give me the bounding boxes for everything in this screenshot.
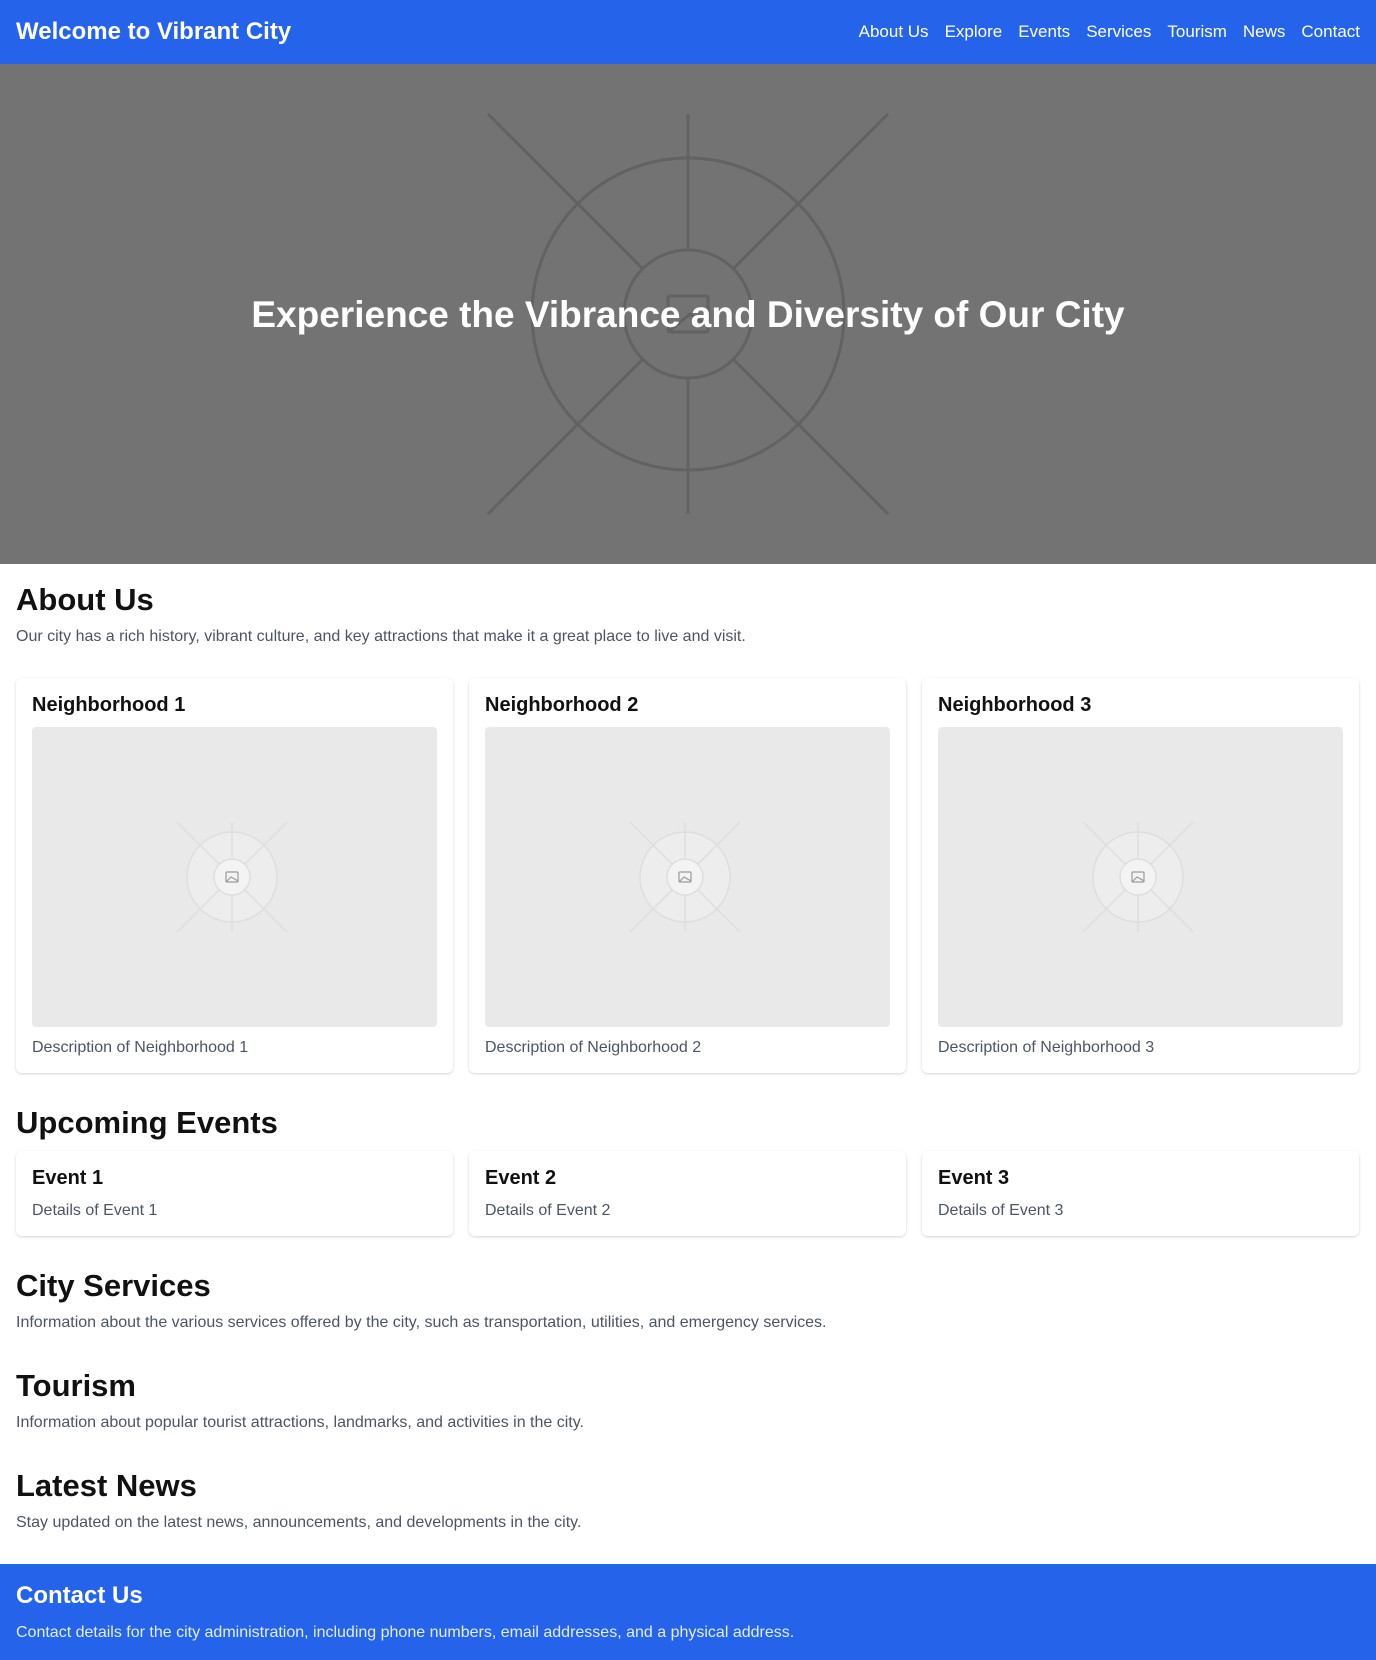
neighborhood-name: Neighborhood 3 <box>938 694 1092 716</box>
event-card: Event 1 Details of Event 1 <box>16 1151 453 1236</box>
image-placeholder-icon <box>1082 821 1194 933</box>
image-placeholder-icon <box>629 821 741 933</box>
neighborhood-image <box>32 727 437 1027</box>
neighborhood-description: Description of Neighborhood 2 <box>485 1039 702 1056</box>
nav-events[interactable]: Events <box>1018 22 1070 42</box>
tourism-section: Tourism Information about popular touris… <box>0 1332 1376 1432</box>
hero-headline: Experience the Vibrance and Diversity of… <box>251 294 1125 335</box>
nav-about-us[interactable]: About Us <box>859 22 929 42</box>
nav-services[interactable]: Services <box>1086 22 1151 42</box>
event-card: Event 2 Details of Event 2 <box>469 1151 906 1236</box>
neighborhood-card: Neighborhood 1 Description of Neighborho… <box>16 678 453 1073</box>
neighborhood-card: Neighborhood 3 Description of Neighborho… <box>922 678 1359 1073</box>
events-title: Upcoming Events <box>16 1105 278 1140</box>
event-card: Event 3 Details of Event 3 <box>922 1151 1359 1236</box>
nav-explore[interactable]: Explore <box>945 22 1003 42</box>
neighborhood-description: Description of Neighborhood 3 <box>938 1039 1155 1056</box>
about-section: About Us Our city has a rich history, vi… <box>0 564 1376 646</box>
event-name: Event 1 <box>32 1167 104 1189</box>
news-text: Stay updated on the latest news, announc… <box>16 1514 582 1531</box>
tourism-text: Information about popular tourist attrac… <box>16 1414 584 1431</box>
services-section: City Services Information about the vari… <box>0 1236 1376 1332</box>
news-section: Latest News Stay updated on the latest n… <box>0 1432 1376 1532</box>
site-title: Welcome to Vibrant City <box>16 18 292 45</box>
event-details: Details of Event 3 <box>938 1202 1064 1219</box>
events-section: Upcoming Events <box>0 1073 1376 1141</box>
nav-tourism[interactable]: Tourism <box>1167 22 1227 42</box>
tourism-title: Tourism <box>16 1368 136 1403</box>
event-details: Details of Event 1 <box>32 1202 158 1219</box>
contact-title: Contact Us <box>16 1582 143 1609</box>
neighborhood-name: Neighborhood 2 <box>485 694 639 716</box>
nav-news[interactable]: News <box>1243 22 1286 42</box>
contact-text: Contact details for the city administrat… <box>16 1624 795 1641</box>
hero-banner: Experience the Vibrance and Diversity of… <box>0 64 1376 564</box>
neighborhood-image <box>485 727 890 1027</box>
contact-footer: Contact Us Contact details for the city … <box>0 1564 1376 1660</box>
image-placeholder-icon <box>176 821 288 933</box>
event-name: Event 3 <box>938 1167 1010 1189</box>
about-title: About Us <box>16 582 154 617</box>
main-nav: About Us Explore Events Services Tourism… <box>859 22 1360 42</box>
neighborhood-description: Description of Neighborhood 1 <box>32 1039 249 1056</box>
neighborhood-grid: Neighborhood 1 Description of Neighborho… <box>0 678 1376 1073</box>
neighborhood-card: Neighborhood 2 Description of Neighborho… <box>469 678 906 1073</box>
nav-contact[interactable]: Contact <box>1301 22 1360 42</box>
about-text: Our city has a rich history, vibrant cul… <box>16 628 746 645</box>
neighborhood-image <box>938 727 1343 1027</box>
event-name: Event 2 <box>485 1167 557 1189</box>
neighborhood-name: Neighborhood 1 <box>32 694 186 716</box>
events-grid: Event 1 Details of Event 1 Event 2 Detai… <box>0 1151 1376 1236</box>
services-title: City Services <box>16 1268 211 1303</box>
news-title: Latest News <box>16 1468 197 1503</box>
event-details: Details of Event 2 <box>485 1202 611 1219</box>
services-text: Information about the various services o… <box>16 1314 827 1331</box>
top-navbar: Welcome to Vibrant City About Us Explore… <box>0 0 1376 64</box>
